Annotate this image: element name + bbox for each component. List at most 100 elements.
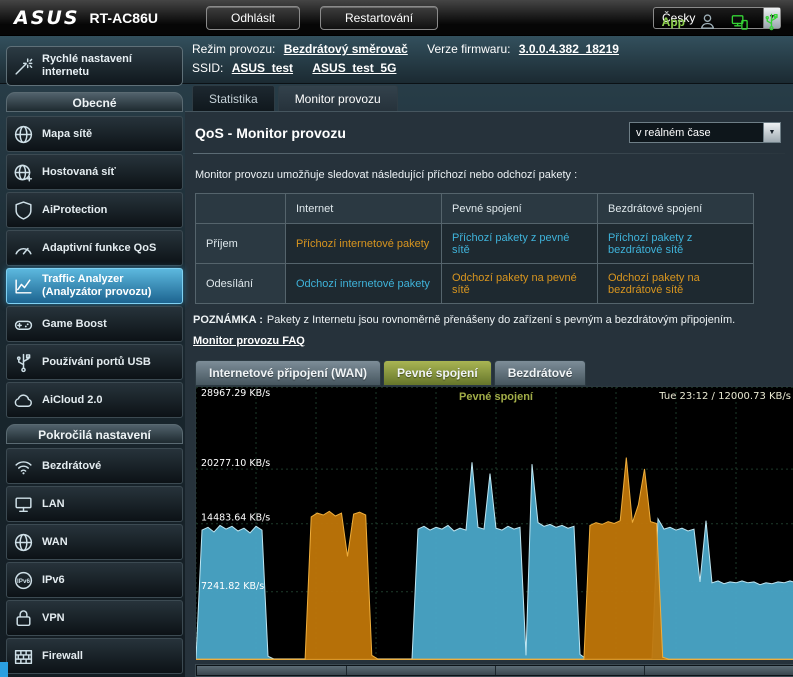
usb-status-icon[interactable] <box>762 12 781 31</box>
op-mode-link[interactable]: Bezdrátový směrovač <box>284 42 408 56</box>
asus-logo: ASUS <box>14 7 80 29</box>
tab-statistika[interactable]: Statistika <box>192 85 275 111</box>
table-header: Pevné spojení <box>442 194 598 224</box>
sidebar-item-quick-internet-setup[interactable]: Rychlé nastavení internetu <box>6 46 183 86</box>
table-row: OdesíláníOdchozí internetové paketyOdcho… <box>196 264 754 304</box>
vpn-icon <box>13 608 35 629</box>
sidebar-item-label: Firewall <box>42 650 83 663</box>
sidebar-item-usb-application[interactable]: Používání portů USB <box>6 344 183 380</box>
logout-button[interactable]: Odhlásit <box>206 6 300 30</box>
chart-tab-wireless[interactable]: Bezdrátové <box>494 360 587 386</box>
ssid-24g-link[interactable]: ASUS_test <box>232 61 293 75</box>
sidebar-item-traffic-analyzer[interactable]: Traffic Analyzer (Analyzátor provozu) <box>6 268 183 304</box>
sidebar-item-firewall[interactable]: Firewall <box>6 638 183 674</box>
svg-text:28967.29 KB/s: 28967.29 KB/s <box>201 388 270 399</box>
sidebar-item-lan[interactable]: LAN <box>6 486 183 522</box>
sidebar-item-label: Mapa sítě <box>42 128 92 141</box>
packet-type-link[interactable]: Příchozí pakety z pevné sítě <box>442 224 598 264</box>
sidebar-section-title: Pokročilá nastavení <box>6 424 183 444</box>
sidebar-item-label: Game Boost <box>42 318 107 331</box>
sidebar-item-aiprotection[interactable]: AiProtection <box>6 192 183 228</box>
chevron-down-icon: ▼ <box>763 123 780 142</box>
packet-type-link[interactable]: Odchozí pakety na pevné sítě <box>442 264 598 304</box>
sidebar-item-label: Adaptivní funkce QoS <box>42 242 156 255</box>
sidebar-item-label: LAN <box>42 498 65 511</box>
packet-type-link[interactable]: Příchozí pakety z bezdrátové sítě <box>598 224 754 264</box>
svg-text:IPv6: IPv6 <box>17 577 30 584</box>
adaptive-qos-icon <box>13 238 35 259</box>
svg-text:Tue 23:12 / 12000.73 KB/s: Tue 23:12 / 12000.73 KB/s <box>658 391 791 402</box>
traffic-chart-svg: 28967.29 KB/s20277.10 KB/s14483.64 KB/s7… <box>196 387 793 660</box>
chart-tab-wired[interactable]: Pevné spojení <box>383 360 492 386</box>
sidebar: Rychlé nastavení internetu Obecné Mapa sí… <box>6 46 183 676</box>
quick-setup-wand-icon <box>13 56 35 77</box>
table-header: Internet <box>286 194 442 224</box>
firewall-icon <box>13 646 35 667</box>
packet-type-link[interactable]: Odchozí internetové pakety <box>286 264 442 304</box>
sidebar-item-vpn[interactable]: VPN <box>6 600 183 636</box>
table-row: PříjemPříchozí internetové paketyPříchoz… <box>196 224 754 264</box>
aiprotection-icon <box>13 200 35 221</box>
op-mode-label: Režim provozu: <box>192 42 275 56</box>
table-row-label: Příjem <box>196 224 286 264</box>
table-header <box>196 194 286 224</box>
sidebar-item-guest-network[interactable]: Hostovaná síť <box>6 154 183 190</box>
content-panel: QoS - Monitor provozu v reálném čase ▼ M… <box>185 111 793 677</box>
sidebar-item-game-boost[interactable]: Game Boost <box>6 306 183 342</box>
note-text: POZNÁMKA :Pakety z Internetu jsou rovnom… <box>193 314 785 326</box>
note-label: POZNÁMKA : <box>193 314 263 326</box>
sidebar-item-network-map[interactable]: Mapa sítě <box>6 116 183 152</box>
faq-link[interactable]: Monitor provozu FAQ <box>193 335 305 347</box>
sidebar-section-title: Obecné <box>6 92 183 112</box>
packet-type-link[interactable]: Příchozí internetové pakety <box>286 224 442 264</box>
sidebar-item-label: WAN <box>42 536 68 549</box>
sidebar-item-wan[interactable]: WAN <box>6 524 183 560</box>
tab-monitor-provozu[interactable]: Monitor provozu <box>278 85 398 111</box>
sidebar-item-label: Rychlé nastavení internetu <box>42 53 176 78</box>
sidebar-item-ipv6[interactable]: IPv6 IPv6 <box>6 562 183 598</box>
game-boost-icon <box>13 314 35 335</box>
sidebar-item-adaptive-qos[interactable]: Adaptivní funkce QoS <box>6 230 183 266</box>
sidebar-item-label: AiCloud 2.0 <box>42 394 103 407</box>
aicloud-icon <box>13 390 35 411</box>
chart-tab-wan[interactable]: Internetové připojení (WAN) <box>195 360 381 386</box>
wan-icon <box>13 532 35 553</box>
svg-text:20277.10 KB/s: 20277.10 KB/s <box>201 458 270 469</box>
wireless-icon <box>13 456 35 477</box>
status-line-2: SSID: ASUS_test ASUS_test_5G <box>192 61 412 75</box>
sidebar-item-label: Traffic Analyzer (Analyzátor provozu) <box>42 273 176 298</box>
ssid-5g-link[interactable]: ASUS_test_5G <box>312 61 396 75</box>
interval-select-value: v reálném čase <box>630 127 763 139</box>
network-map-icon <box>13 124 35 145</box>
page-description: Monitor provozu umožňuje sledovat násled… <box>195 169 783 181</box>
router-model: RT-AC86U <box>90 10 158 26</box>
sidebar-item-label: AiProtection <box>42 204 107 217</box>
chart-tabs: Internetové připojení (WAN)Pevné spojení… <box>195 360 785 386</box>
network-status-icon[interactable] <box>730 12 749 31</box>
table-row-label: Odesílání <box>196 264 286 304</box>
chart-scrollbar-thumb[interactable] <box>197 666 793 675</box>
app-link[interactable]: App <box>662 15 685 29</box>
sidebar-sections: Obecné Mapa sítě Hostovaná síť AiProtection… <box>6 92 183 674</box>
reboot-button[interactable]: Restartování <box>320 6 438 30</box>
sidebar-item-label: VPN <box>42 612 65 625</box>
firmware-label: Verze firmwaru: <box>427 42 510 56</box>
guest-network-icon <box>13 162 35 183</box>
header-icons: App <box>662 12 781 31</box>
divider <box>193 153 785 154</box>
sidebar-item-aicloud[interactable]: AiCloud 2.0 <box>6 382 183 418</box>
sidebar-item-label: Bezdrátové <box>42 460 101 473</box>
page-title: QoS - Monitor provozu <box>195 125 346 141</box>
sidebar-item-label: IPv6 <box>42 574 65 587</box>
ssid-label: SSID: <box>192 61 223 75</box>
packet-type-link[interactable]: Odchozí pakety na bezdrátové sítě <box>598 264 754 304</box>
sidebar-item-label: Používání portů USB <box>42 356 151 369</box>
clients-icon[interactable] <box>698 12 717 31</box>
firmware-version-link[interactable]: 3.0.0.4.382_18219 <box>519 42 619 56</box>
usb-application-icon <box>13 352 35 373</box>
chart-scrollbar[interactable] <box>195 664 793 677</box>
sidebar-item-label: Hostovaná síť <box>42 166 116 179</box>
interval-select[interactable]: v reálném čase ▼ <box>629 122 781 143</box>
table-header: Bezdrátové spojení <box>598 194 754 224</box>
sidebar-item-wireless[interactable]: Bezdrátové <box>6 448 183 484</box>
